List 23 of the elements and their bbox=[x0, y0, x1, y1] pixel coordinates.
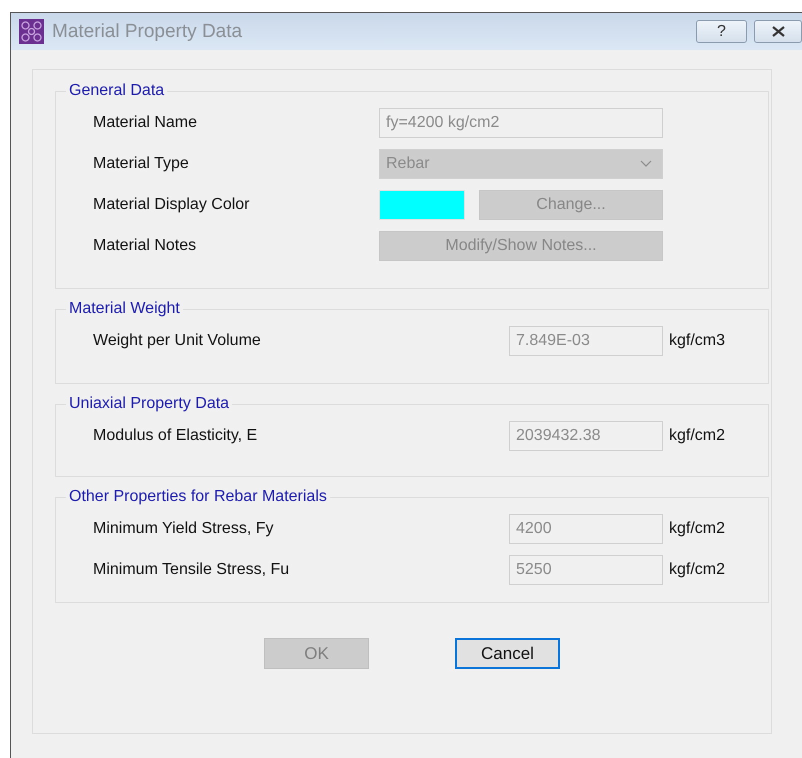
window-title: Material Property Data bbox=[52, 20, 244, 42]
unit-label: kgf/cm2 bbox=[669, 560, 726, 578]
field-label: Material Type bbox=[93, 154, 190, 172]
dialog-button[interactable]: Cancel bbox=[455, 638, 560, 669]
field-label: Material Display Color bbox=[93, 196, 250, 214]
field-label: Minimum Yield Stress, Fy bbox=[93, 520, 274, 538]
field-label: Minimum Tensile Stress, Fu bbox=[93, 560, 290, 578]
unit-label: kgf/cm3 bbox=[669, 332, 726, 350]
close-button[interactable] bbox=[754, 20, 802, 43]
chevron-down-icon bbox=[640, 160, 652, 167]
close-icon bbox=[770, 26, 786, 37]
field-label: Modulus of Elasticity, E bbox=[93, 426, 258, 444]
app-icon bbox=[19, 19, 44, 44]
group-title: Other Properties for Rebar Materials bbox=[68, 488, 328, 506]
help-button[interactable]: ? bbox=[696, 20, 747, 43]
group-title: Material Weight bbox=[68, 300, 181, 318]
field-label: Material Name bbox=[93, 114, 198, 132]
field-label: Material Notes bbox=[93, 236, 198, 254]
group-title: General Data bbox=[68, 82, 166, 100]
unit-label: kgf/cm2 bbox=[669, 426, 726, 444]
field-label: Weight per Unit Volume bbox=[93, 332, 262, 350]
group-title: Uniaxial Property Data bbox=[68, 395, 230, 413]
unit-label: kgf/cm2 bbox=[669, 520, 726, 538]
